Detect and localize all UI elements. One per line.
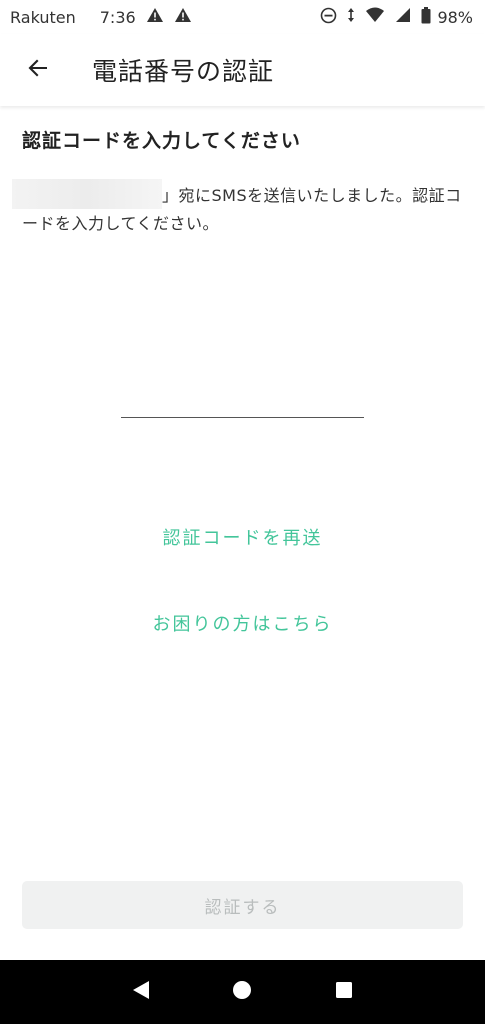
- do-not-disturb-icon: [320, 7, 337, 28]
- recents-square-icon: [335, 981, 353, 1003]
- app-bar: 電話番号の認証: [0, 34, 485, 106]
- status-right: 98%: [320, 6, 473, 28]
- battery-percent: 98%: [437, 7, 473, 27]
- verification-content: 認証コードを入力してください 」宛にSMSを送信いたしました。認証コードを入力し…: [12, 126, 466, 238]
- page-title: 電話番号の認証: [92, 57, 275, 86]
- status-bar: Rakuten 7:36 98%: [0, 0, 485, 34]
- nav-recents-button[interactable]: [320, 968, 368, 1016]
- masked-phone-number: [12, 179, 162, 209]
- nav-home-button[interactable]: [218, 968, 266, 1016]
- warning-icon: [146, 7, 164, 27]
- carrier-label: Rakuten: [10, 7, 76, 27]
- help-link[interactable]: お困りの方はこちら: [0, 610, 485, 636]
- verification-code-input[interactable]: [121, 388, 364, 418]
- back-button[interactable]: [8, 40, 68, 100]
- signal-icon: [395, 7, 411, 27]
- battery-icon: [421, 6, 431, 28]
- resend-code-link[interactable]: 認証コードを再送: [0, 524, 485, 550]
- home-circle-icon: [232, 980, 252, 1004]
- warning-icon: [174, 7, 192, 27]
- status-left: Rakuten 7:36: [10, 7, 192, 27]
- back-triangle-icon: [131, 979, 151, 1005]
- clock: 7:36: [99, 7, 136, 27]
- system-navigation-bar: [0, 960, 485, 1024]
- instruction-heading: 認証コードを入力してください: [22, 130, 301, 152]
- arrow-left-icon: [26, 56, 50, 84]
- verify-button[interactable]: 認証する: [22, 881, 463, 929]
- wifi-icon: [365, 7, 385, 27]
- sms-sent-message: 」宛にSMSを送信いたしました。認証コードを入力してください。: [12, 179, 466, 238]
- nav-back-button[interactable]: [117, 968, 165, 1016]
- data-arrows-icon: [347, 7, 355, 27]
